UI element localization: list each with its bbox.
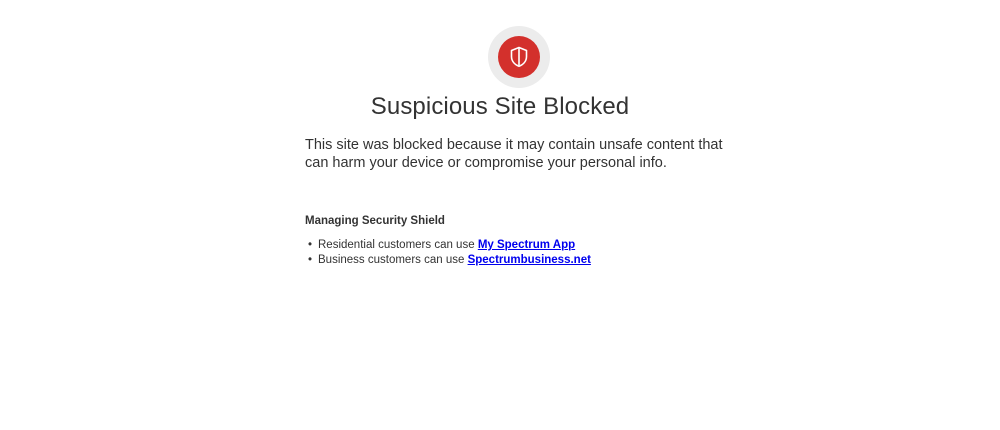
spectrum-business-link[interactable]: Spectrumbusiness.net <box>468 254 591 266</box>
blocked-page: Suspicious Site Blocked This site was bl… <box>0 0 1000 430</box>
list-item-text: Residential customers can use <box>318 239 478 251</box>
list-item: • Residential customers can use My Spect… <box>305 238 591 253</box>
shield-badge <box>488 26 550 88</box>
block-description: This site was blocked because it may con… <box>305 137 723 171</box>
shield-icon-background <box>498 36 540 78</box>
page-title: Suspicious Site Blocked <box>370 93 630 120</box>
list-item-text: Business customers can use <box>318 254 468 266</box>
list-item: • Business customers can use Spectrumbus… <box>305 253 591 268</box>
help-list: • Residential customers can use My Spect… <box>305 238 591 268</box>
shield-icon <box>510 46 528 68</box>
my-spectrum-app-link[interactable]: My Spectrum App <box>478 239 575 251</box>
section-heading: Managing Security Shield <box>305 215 445 227</box>
bullet: • <box>308 239 313 251</box>
bullet: • <box>308 254 313 266</box>
